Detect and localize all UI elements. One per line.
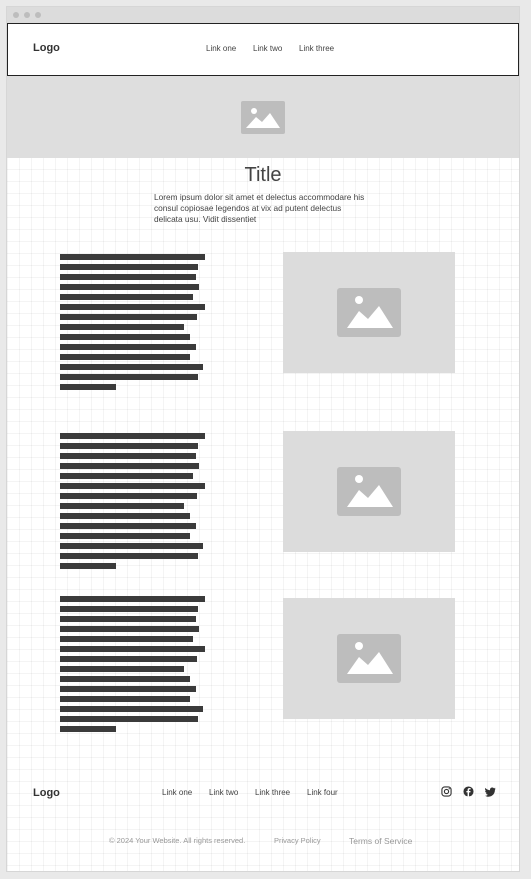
text-line [60, 553, 198, 559]
text-line [60, 473, 193, 479]
text-line [60, 656, 197, 662]
browser-window: Logo Link one Link two Link three Title … [6, 6, 520, 872]
text-block [60, 596, 205, 736]
facebook-icon[interactable] [463, 786, 474, 797]
window-dot [24, 12, 30, 18]
nav-link-two[interactable]: Link two [253, 44, 282, 53]
privacy-policy-link[interactable]: Privacy Policy [274, 836, 321, 845]
text-line [60, 706, 203, 712]
image-placeholder-icon [337, 634, 401, 683]
text-line [60, 616, 196, 622]
text-line [60, 493, 197, 499]
text-line [60, 274, 196, 280]
text-line [60, 666, 184, 672]
text-line [60, 543, 203, 549]
text-line [60, 294, 193, 300]
text-line [60, 606, 198, 612]
nav-link-one[interactable]: Link one [206, 44, 236, 53]
text-line [60, 374, 198, 380]
header-logo[interactable]: Logo [33, 42, 60, 54]
text-block [60, 433, 205, 573]
header-navbar: Logo Link one Link two Link three [7, 23, 519, 76]
footer-link-four[interactable]: Link four [307, 788, 338, 797]
text-line [60, 264, 198, 270]
image-placeholder [283, 431, 455, 552]
footer-link-two[interactable]: Link two [209, 788, 238, 797]
page-title: Title [244, 164, 282, 186]
text-line [60, 254, 205, 260]
text-line [60, 636, 193, 642]
text-line [60, 304, 205, 310]
twitter-icon[interactable] [485, 786, 496, 797]
image-placeholder [283, 252, 455, 373]
terms-of-service-link[interactable]: Terms of Service [349, 836, 412, 846]
footer-logo[interactable]: Logo [33, 787, 60, 799]
text-line [60, 364, 203, 370]
text-line [60, 324, 184, 330]
text-line [60, 384, 116, 390]
text-line [60, 533, 190, 539]
text-line [60, 314, 197, 320]
nav-link-three[interactable]: Link three [299, 44, 334, 53]
text-line [60, 284, 199, 290]
window-dot [13, 12, 19, 18]
text-line [60, 443, 198, 449]
instagram-icon[interactable] [441, 786, 452, 797]
window-titlebar [7, 7, 519, 23]
text-line [60, 726, 116, 732]
text-line [60, 523, 196, 529]
copyright-text: © 2024 Your Website. All rights reserved… [109, 836, 246, 845]
footer-link-three[interactable]: Link three [255, 788, 290, 797]
text-line [60, 513, 190, 519]
text-line [60, 596, 205, 602]
text-line [60, 463, 199, 469]
image-placeholder-icon [241, 101, 285, 134]
text-line [60, 563, 116, 569]
text-line [60, 716, 198, 722]
text-line [60, 433, 205, 439]
footer-link-one[interactable]: Link one [162, 788, 192, 797]
text-line [60, 354, 190, 360]
image-placeholder [283, 598, 455, 719]
text-line [60, 696, 190, 702]
text-line [60, 646, 205, 652]
window-dot [35, 12, 41, 18]
text-line [60, 483, 205, 489]
lead-paragraph: Lorem ipsum dolor sit amet et delectus a… [154, 192, 365, 224]
hero-image [7, 76, 519, 158]
text-line [60, 686, 196, 692]
text-line [60, 676, 190, 682]
image-placeholder-icon [337, 288, 401, 337]
image-placeholder-icon [337, 467, 401, 516]
text-block [60, 254, 205, 394]
text-line [60, 503, 184, 509]
text-line [60, 453, 196, 459]
text-line [60, 334, 190, 340]
text-line [60, 626, 199, 632]
text-line [60, 344, 196, 350]
